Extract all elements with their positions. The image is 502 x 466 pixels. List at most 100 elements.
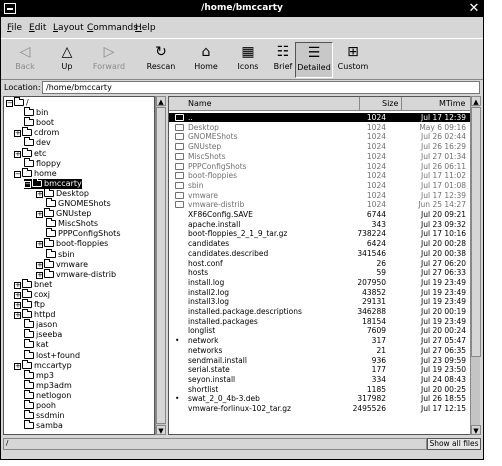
toolbar-icons-button[interactable]: ▦ Icons: [229, 42, 267, 78]
scroll-down-icon[interactable]: ▼: [156, 425, 166, 435]
scroll-down-icon[interactable]: ▼: [471, 425, 481, 435]
location-input[interactable]: /home/bmccarty: [42, 81, 480, 94]
tree-item[interactable]: samba: [14, 420, 63, 431]
file-row[interactable]: MiscShots 1024 Jul 27 01:34: [169, 152, 470, 161]
tree-item[interactable]: mp3adm: [14, 379, 72, 391]
file-row[interactable]: candidates 6424 Jul 20 00:28: [169, 239, 470, 248]
file-row[interactable]: install2.log 43852 Jul 19 23:49: [169, 288, 470, 297]
tree-item[interactable]: netlogon: [14, 389, 71, 401]
file-row[interactable]: host.conf 26 Jul 27 06:20: [169, 259, 470, 268]
expand-icon[interactable]: +: [14, 150, 21, 158]
file-row[interactable]: shortlist 1185 Jul 20 00:25: [169, 385, 470, 394]
tree-item[interactable]: dev: [14, 137, 51, 148]
file-row[interactable]: installed.packages 18154 Jul 19 23:49: [169, 317, 470, 326]
menu-help[interactable]: Help: [135, 23, 156, 33]
tree-item[interactable]: kat: [14, 339, 49, 350]
expand-icon[interactable]: +: [36, 190, 43, 198]
tree-item[interactable]: bin: [14, 107, 48, 118]
expand-icon[interactable]: +: [36, 271, 43, 279]
expand-icon[interactable]: +: [36, 261, 43, 269]
file-row[interactable]: longlist 7609 Jul 20 00:24: [169, 326, 470, 335]
tree-item[interactable]: sbin: [36, 248, 75, 260]
file-row[interactable]: • network 317 Jul 27 05:47: [169, 336, 470, 345]
tree-item[interactable]: boot: [14, 117, 54, 128]
scroll-thumb[interactable]: [156, 107, 166, 424]
expand-icon[interactable]: +: [36, 241, 43, 249]
file-row[interactable]: XF86Config.SAVE 6744 Jul 20 09:21: [169, 210, 470, 219]
title-bar[interactable]: /home/bmccarty ✕: [1, 1, 483, 17]
file-mtime: Jun 25 14:27: [418, 200, 466, 210]
toolbar-rescan-button[interactable]: ↻ Rescan: [139, 42, 183, 78]
menu-layout[interactable]: Layout: [53, 23, 84, 33]
tree-item[interactable]: + vmware-distrib: [36, 268, 116, 280]
tree-item[interactable]: jseeba: [14, 329, 62, 340]
file-row[interactable]: installed.package.descriptions 346288 Jul …: [169, 307, 470, 316]
tree-item[interactable]: − bmccarty: [24, 177, 82, 189]
tree-item[interactable]: + bnet: [14, 278, 52, 290]
column-header-size[interactable]: Size: [382, 99, 398, 108]
scroll-up-icon[interactable]: ▲: [471, 96, 481, 106]
tree-item[interactable]: + etc: [14, 147, 46, 159]
file-row[interactable]: boot-floppies_2_1_9_tar.gz 738224 Jul 17 1…: [169, 229, 470, 238]
file-row[interactable]: serial.state 177 Jul 19 23:50: [169, 365, 470, 374]
file-row[interactable]: Desktop 1024 May 6 09:16: [169, 123, 470, 132]
file-row[interactable]: sendmail.install 936 Jul 23 09:59: [169, 356, 470, 365]
expand-icon[interactable]: +: [14, 130, 21, 138]
tree-item[interactable]: + httpd: [14, 309, 56, 320]
file-row[interactable]: candidates.described 341546 Jul 20 00:38: [169, 249, 470, 258]
toolbar-custom-button[interactable]: ⊞ Custom: [335, 42, 371, 78]
menu-edit[interactable]: Edit: [29, 23, 46, 33]
expand-icon[interactable]: +: [36, 211, 43, 219]
tree-item[interactable]: pooh: [14, 400, 56, 411]
file-row[interactable]: vmware-forlinux-102_tar.gz 2495526 Jul 17 …: [169, 404, 470, 413]
tree-item[interactable]: mp3: [14, 369, 54, 381]
file-row[interactable]: • swat_2_0_4b-3.deb 317982 Jul 26 18:55: [169, 394, 470, 403]
expand-icon[interactable]: +: [14, 312, 21, 320]
expand-icon[interactable]: +: [14, 281, 21, 289]
toolbar-back-button[interactable]: ◁ Back: [7, 42, 43, 78]
expand-icon[interactable]: +: [14, 362, 21, 370]
tree-item[interactable]: ssdmin: [14, 410, 65, 421]
tree-item[interactable]: jason: [14, 319, 57, 330]
show-all-files-button[interactable]: Show all files: [427, 438, 481, 450]
toolbar-brief-button[interactable]: ☷ Brief: [271, 42, 295, 78]
file-row[interactable]: GNOMEShots 1024 Jul 26 02:44: [169, 132, 470, 141]
file-row[interactable]: boot-floppies 1024 Jul 17 11:02: [169, 171, 470, 180]
toolbar-up-button[interactable]: △ Up: [49, 42, 85, 78]
list-vertical-scrollbar[interactable]: ▲ ▼: [470, 96, 481, 435]
tree-item[interactable]: + cdrom: [14, 127, 59, 138]
tree-item[interactable]: + GNUstep: [36, 208, 91, 219]
close-icon[interactable]: ✕: [468, 2, 480, 15]
expand-icon[interactable]: +: [14, 302, 21, 309]
tree-item[interactable]: + Desktop: [36, 187, 89, 199]
file-row[interactable]: seyon.install 334 Jul 24 08:43: [169, 375, 470, 384]
file-row[interactable]: .. 1024 Jul 17 12:39: [169, 113, 470, 122]
file-row[interactable]: vmware 1024 Jul 17 12:39: [169, 191, 470, 200]
menu-file[interactable]: File: [7, 23, 22, 33]
file-row[interactable]: install.log 207950 Jul 19 23:49: [169, 278, 470, 287]
file-row[interactable]: networks 21 Jul 27 06:35: [169, 346, 470, 355]
collapse-icon[interactable]: −: [24, 180, 31, 188]
tree-vertical-scrollbar[interactable]: ▲ ▼: [155, 96, 166, 435]
menu-commands[interactable]: Commands: [87, 23, 138, 33]
collapse-icon[interactable]: −: [14, 170, 21, 178]
file-row[interactable]: apache.install 343 Jul 23 09:32: [169, 220, 470, 229]
file-row[interactable]: vmware-distrib 1024 Jun 25 14:27: [169, 200, 470, 209]
file-row[interactable]: install3.log 29131 Jul 19 23:49: [169, 297, 470, 306]
tree-item[interactable]: + coxj: [14, 288, 50, 300]
toolbar-home-button[interactable]: ⌂ Home: [187, 42, 225, 78]
column-header-name[interactable]: Name: [188, 99, 212, 108]
toolbar-forward-button[interactable]: ▷ Forward: [91, 42, 127, 78]
expand-icon[interactable]: +: [14, 291, 21, 299]
file-row[interactable]: PPPConfigShots 1024 Jul 26 06:11: [169, 162, 470, 171]
scroll-up-icon[interactable]: ▲: [156, 96, 166, 106]
collapse-icon[interactable]: −: [6, 100, 13, 107]
column-header-mtime[interactable]: MTime: [439, 99, 465, 108]
toolbar-detailed-button[interactable]: ☰ Detailed: [295, 42, 333, 78]
file-row[interactable]: sbin 1024 Jul 17 01:08: [169, 181, 470, 190]
tree-item[interactable]: + ftp: [14, 299, 45, 310]
file-row[interactable]: GNUstep 1024 Jul 26 16:29: [169, 142, 470, 151]
scroll-thumb[interactable]: [471, 107, 481, 357]
file-row[interactable]: hosts 59 Jul 27 06:33: [169, 268, 470, 277]
tree-item[interactable]: + mccartyp: [14, 359, 72, 371]
